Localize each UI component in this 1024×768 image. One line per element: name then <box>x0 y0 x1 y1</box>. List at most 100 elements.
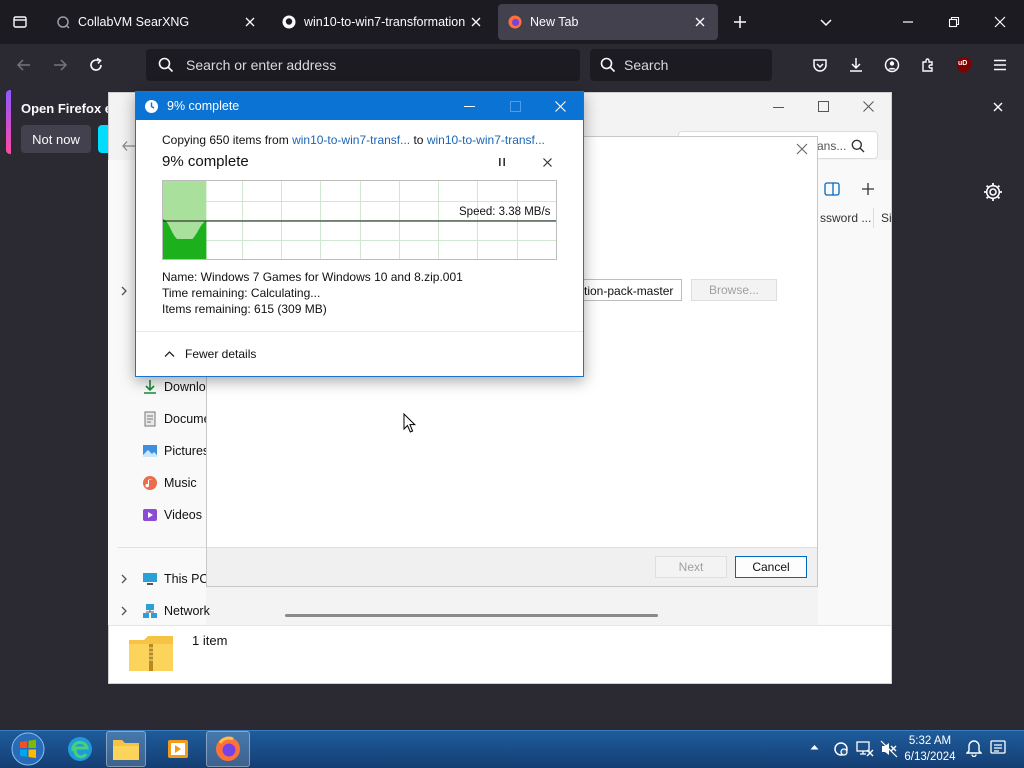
tab-new-tab[interactable]: New Tab <box>498 4 718 40</box>
action-center-icon[interactable] <box>990 739 1006 757</box>
minimize-button[interactable] <box>892 6 924 38</box>
close-window-button[interactable] <box>984 6 1016 38</box>
item-count: 1 item <box>192 633 228 648</box>
next-button[interactable]: Next <box>655 556 727 578</box>
tab-title: CollabVM SearXNG <box>78 15 190 29</box>
taskbar-media-player[interactable] <box>158 731 198 767</box>
notification-accent <box>6 90 11 154</box>
downloads-button[interactable] <box>840 49 872 81</box>
explorer-search-text: ans... <box>817 139 847 153</box>
tree-item-this-pc[interactable]: This PC <box>142 571 208 587</box>
vm-tools-icon[interactable] <box>832 740 850 758</box>
minimize-icon[interactable] <box>773 102 784 113</box>
music-icon <box>143 476 157 490</box>
destination-folder-link[interactable]: win10-to-win7-transf... <box>427 133 545 147</box>
folder-icon <box>113 740 139 760</box>
tab-github-win10-to-win7[interactable]: win10-to-win7-transformation <box>272 4 494 40</box>
tab-collabvm-searxng[interactable]: CollabVM SearXNG <box>46 4 268 40</box>
copy-close-button[interactable] <box>537 92 583 120</box>
show-hidden-icons-icon[interactable] <box>810 744 819 750</box>
sidebar-item-downloads[interactable]: Downlo <box>142 379 206 395</box>
tab-close-icon[interactable] <box>242 14 258 30</box>
reload-button[interactable] <box>80 49 112 81</box>
forward-button[interactable] <box>44 49 76 81</box>
media-player-icon <box>168 740 188 758</box>
new-tab-button[interactable] <box>724 6 756 38</box>
browse-button[interactable]: Browse... <box>691 279 777 301</box>
search-bar[interactable] <box>590 49 772 81</box>
plus-icon[interactable] <box>861 182 875 196</box>
tab-overview-button[interactable] <box>4 6 36 38</box>
tab-title: win10-to-win7-transformation <box>304 15 466 29</box>
network-status-icon[interactable] <box>856 740 874 758</box>
minimize-icon <box>903 21 913 23</box>
cancel-copy-icon[interactable] <box>543 158 552 167</box>
tree-item-network[interactable]: Network <box>142 603 210 619</box>
app-menu-button[interactable] <box>984 49 1016 81</box>
notifications-bell-icon[interactable] <box>966 739 982 757</box>
pocket-button[interactable] <box>804 49 836 81</box>
zip-folder-icon <box>129 636 173 671</box>
taskbar-firefox[interactable] <box>206 731 250 767</box>
maximize-icon[interactable] <box>818 101 829 112</box>
sidebar-item-videos[interactable]: Videos <box>142 507 202 523</box>
tab-close-icon[interactable] <box>692 14 708 30</box>
pictures-icon <box>143 445 157 457</box>
horizontal-scrollbar[interactable] <box>285 614 658 617</box>
details-pane-icon[interactable] <box>824 182 840 196</box>
copy-summary-line: Copying 650 items from win10-to-win7-tra… <box>162 133 545 147</box>
system-clock[interactable]: 5:32 AM 6/13/2024 <box>896 733 964 765</box>
ublock-button[interactable]: uD <box>948 49 980 81</box>
new-tab-settings-button[interactable] <box>982 181 1004 203</box>
close-icon[interactable] <box>796 143 808 155</box>
search-icon <box>600 57 616 73</box>
sidebar-item-music[interactable]: Music <box>142 475 197 491</box>
source-folder-link[interactable]: win10-to-win7-transf... <box>292 133 410 147</box>
start-button[interactable] <box>6 731 50 767</box>
column-header[interactable]: Si <box>881 211 892 225</box>
list-all-tabs-button[interactable] <box>810 6 842 38</box>
tab-close-icon[interactable] <box>468 14 484 30</box>
search-input[interactable] <box>624 57 754 73</box>
nav-divider <box>118 547 206 548</box>
clock-time: 5:32 AM <box>908 735 952 747</box>
speed-readout: Speed: 3.38 MB/s <box>459 206 551 218</box>
copy-dialog-title: 9% complete <box>167 99 240 113</box>
pocket-icon <box>813 59 827 72</box>
computer-icon <box>143 573 157 585</box>
edge-icon <box>68 737 92 761</box>
copy-minimize-button[interactable] <box>446 92 492 120</box>
account-icon <box>884 57 900 73</box>
pause-icon[interactable] <box>497 157 507 167</box>
sidebar-item-label: Docume <box>164 412 211 426</box>
taskbar-file-explorer[interactable] <box>106 731 146 767</box>
copy-to-word: to <box>413 133 424 147</box>
sidebar-item-label: Downlo <box>164 380 206 394</box>
not-now-button[interactable]: Not now <box>21 125 91 153</box>
sidebar-item-documents[interactable]: Docume <box>142 411 211 427</box>
close-icon[interactable] <box>863 101 874 112</box>
address-bar[interactable] <box>146 49 580 81</box>
transfer-speed-graph <box>162 180 557 260</box>
url-input[interactable] <box>186 57 546 73</box>
copy-prefix: Copying 650 items from <box>162 133 289 147</box>
destination-path-input[interactable]: tion-pack-master <box>578 279 682 301</box>
notification-close-button[interactable] <box>988 97 1008 117</box>
time-remaining: Time remaining: Calculating... <box>162 286 321 300</box>
search-icon <box>158 57 174 73</box>
back-arrow-icon[interactable] <box>122 140 136 152</box>
column-header[interactable]: ssword ... <box>820 211 871 225</box>
tab-list-icon <box>13 16 27 28</box>
cancel-button[interactable]: Cancel <box>735 556 807 578</box>
chevron-right-icon[interactable] <box>120 286 128 296</box>
chevron-right-icon[interactable] <box>120 606 128 616</box>
copy-dialog-titlebar[interactable]: 9% complete <box>136 92 583 120</box>
account-button[interactable] <box>876 49 908 81</box>
taskbar-edge[interactable] <box>60 731 100 767</box>
sidebar-item-pictures[interactable]: Pictures <box>142 443 209 459</box>
restore-button[interactable] <box>938 6 970 38</box>
back-button[interactable] <box>8 49 40 81</box>
chevron-right-icon[interactable] <box>120 574 128 584</box>
extensions-button[interactable] <box>912 49 944 81</box>
fewer-details-button[interactable]: Fewer details <box>164 347 256 361</box>
